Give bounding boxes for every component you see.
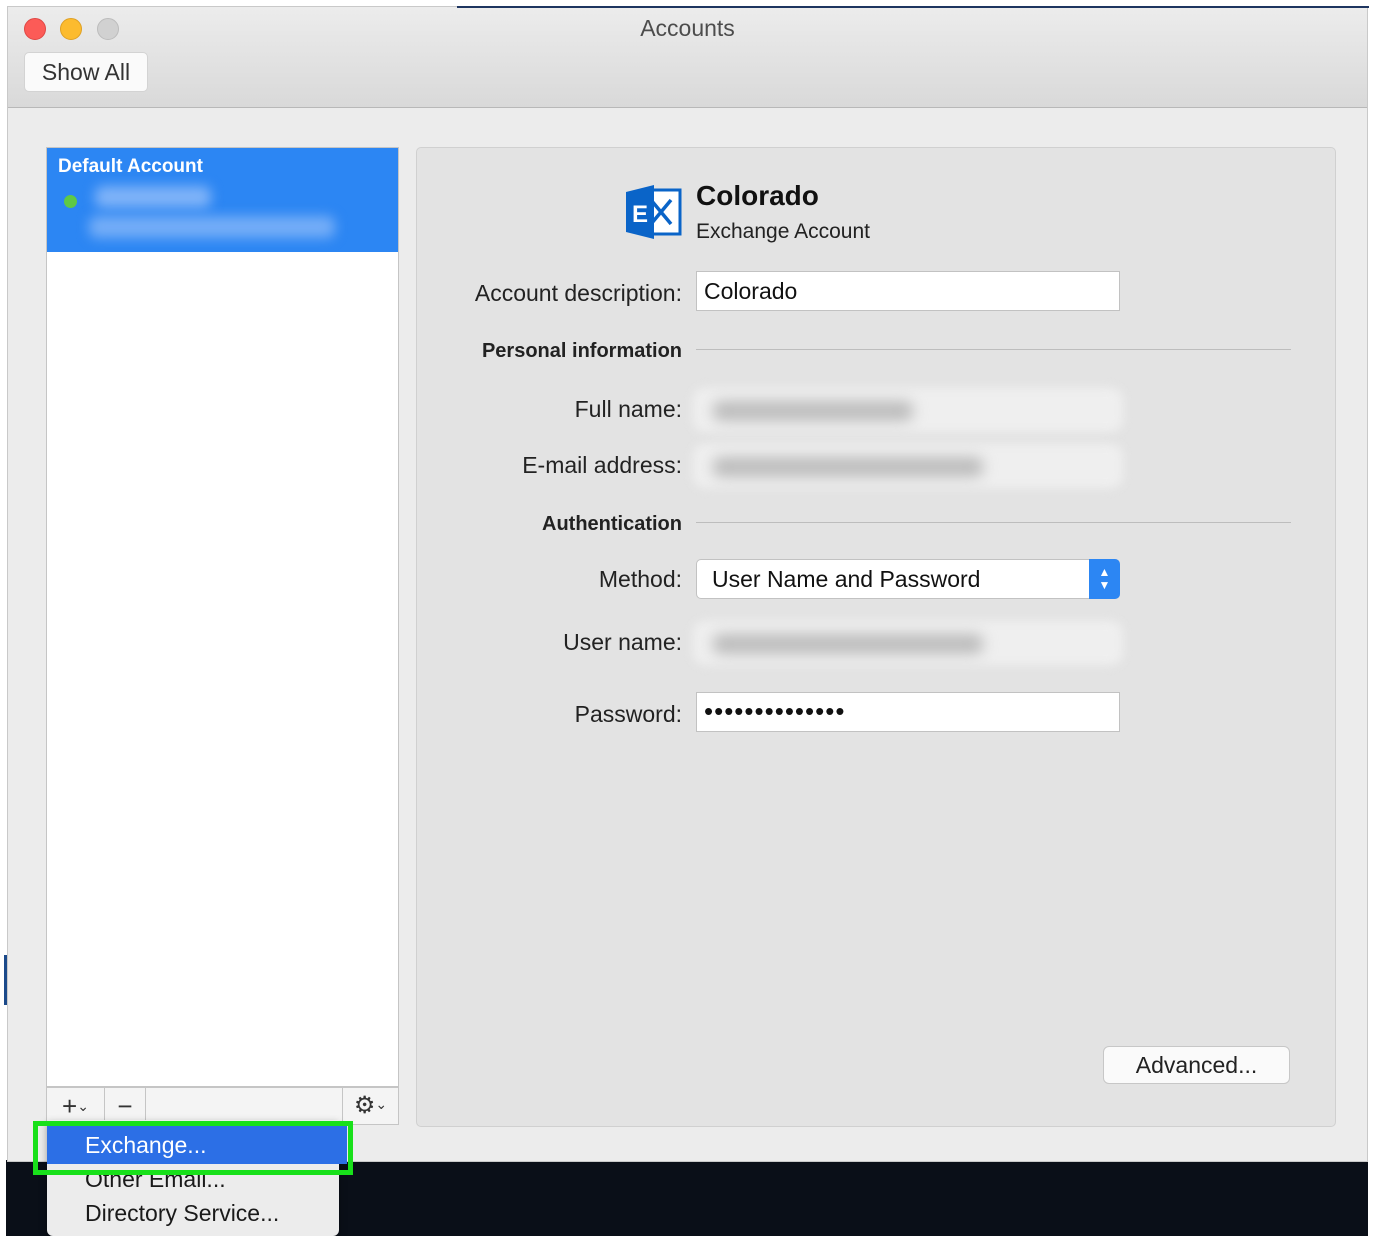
redacted-user-name	[713, 634, 983, 654]
remove-account-button[interactable]: −	[105, 1088, 146, 1124]
redacted-account-email	[89, 216, 335, 238]
account-details-panel: E Colorado Exchange Account Account desc…	[416, 147, 1336, 1127]
minus-icon: −	[117, 1091, 133, 1121]
exchange-logo-letter: E	[632, 201, 648, 228]
authentication-method-select[interactable]: User Name and Password ▲ ▼	[696, 559, 1120, 599]
plus-icon: +	[62, 1091, 78, 1121]
account-description-field[interactable]: Colorado	[696, 271, 1120, 311]
account-list[interactable]: Default Account	[46, 147, 399, 1087]
accounts-window: Accounts Show All Default Account +⌄ − ⚙…	[7, 6, 1369, 1162]
redacted-email	[713, 457, 983, 477]
advanced-button[interactable]: Advanced...	[1103, 1046, 1290, 1084]
method-value: User Name and Password	[712, 566, 981, 592]
method-label: Method:	[598, 566, 682, 592]
exchange-logo-icon: E	[626, 185, 682, 239]
user-name-label: User name:	[563, 629, 682, 655]
annotation-highlight-box	[33, 1121, 353, 1175]
select-arrows-icon: ▲ ▼	[1089, 559, 1120, 599]
password-field[interactable]: ••••••••••••••	[696, 692, 1120, 732]
chevron-down-icon: ⌄	[77, 1098, 89, 1114]
account-name: Colorado	[696, 180, 819, 211]
account-list-header: Default Account	[58, 156, 203, 177]
account-actions-button[interactable]: ⚙⌄	[342, 1088, 398, 1124]
chevron-down-icon: ⌄	[375, 1096, 388, 1112]
redacted-account-name	[95, 186, 211, 208]
full-name-label: Full name:	[574, 396, 682, 422]
menu-item-directory-service[interactable]: Directory Service...	[85, 1200, 279, 1227]
section-divider	[696, 522, 1291, 523]
account-type: Exchange Account	[696, 220, 870, 243]
titlebar: Accounts Show All	[8, 6, 1369, 108]
show-all-button[interactable]: Show All	[24, 52, 148, 92]
email-address-label: E-mail address:	[522, 452, 682, 478]
authentication-heading: Authentication	[542, 513, 682, 535]
section-divider	[696, 349, 1291, 350]
personal-information-heading: Personal information	[481, 340, 682, 362]
window-title: Accounts	[640, 15, 735, 41]
password-label: Password:	[574, 701, 682, 727]
redacted-full-name	[713, 401, 913, 421]
online-status-icon	[64, 195, 77, 208]
add-account-button[interactable]: +⌄	[47, 1088, 105, 1124]
account-list-item-selected[interactable]: Default Account	[47, 148, 398, 252]
gear-icon: ⚙	[353, 1092, 376, 1119]
account-description-label: Account description:	[474, 280, 682, 306]
titlebar-edge	[457, 6, 1369, 8]
